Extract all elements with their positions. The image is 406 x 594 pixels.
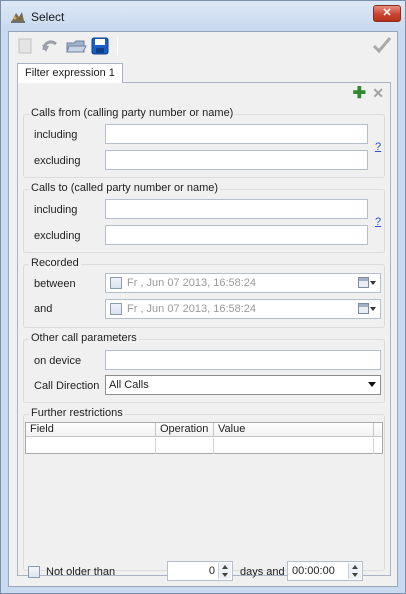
table-cell-field[interactable] [26,438,156,454]
time-value: 00:00:00 [292,565,335,577]
recorded-between-label: between [34,278,76,290]
days-spinner[interactable]: 0 [167,561,233,581]
days-value: 0 [208,565,215,577]
not-older-label: Not older than [46,566,116,578]
undo-icon[interactable] [39,36,61,56]
spin-down-icon[interactable] [352,573,358,577]
recorded-group: Recorded between Fr , Jun 07 2013, 16:58… [23,257,385,328]
calls-to-including-input[interactable] [105,199,368,219]
window-title: Select [31,10,65,24]
toolbar [9,32,397,60]
new-icon[interactable] [15,36,37,56]
and-date-text: Fr , Jun 07 2013, 16:58:24 [127,303,257,315]
spin-up-icon[interactable] [222,565,228,569]
calendar-dropdown-icon[interactable] [358,303,376,315]
recorded-and-datetime[interactable]: Fr , Jun 07 2013, 16:58:24 [105,299,381,319]
select-dialog: Select ✕ Filter expression 1 ✚ ✕ Calls f… [0,0,406,594]
add-icon[interactable]: ✚ [353,86,366,102]
spin-up-icon[interactable] [352,565,358,569]
chevron-down-icon [368,382,376,387]
between-enable-checkbox[interactable] [110,277,122,289]
filter-expression-panel: ✚ ✕ Calls from (calling party number or … [17,82,391,576]
spin-down-icon[interactable] [222,573,228,577]
save-icon[interactable] [89,36,111,56]
calls-from-title: Calls from (calling party number or name… [29,107,236,119]
calls-from-help-link[interactable]: ? [375,141,381,153]
other-params-title: Other call parameters [29,332,139,344]
recorded-between-datetime[interactable]: Fr , Jun 07 2013, 16:58:24 [105,273,381,293]
calls-to-title: Calls to (called party number or name) [29,182,221,194]
and-enable-checkbox[interactable] [110,303,122,315]
restrictions-title: Further restrictions [29,407,125,419]
close-button[interactable]: ✕ [373,5,401,22]
calls-to-help-link[interactable]: ? [375,216,381,228]
device-label: on device [34,355,82,367]
calls-to-excluding-input[interactable] [105,225,368,245]
restrictions-table[interactable]: Field Operation Value [25,422,383,454]
calls-to-excluding-label: excluding [34,230,81,242]
recorded-and-label: and [34,303,53,315]
other-params-group: Other call parameters on device Call Dir… [23,332,385,403]
calls-to-group: Calls to (called party number or name) i… [23,182,385,253]
days-and-label: days and [240,566,285,578]
call-direction-select[interactable]: All Calls [105,375,381,395]
call-direction-label: Call Direction [34,380,100,392]
days-spin-buttons[interactable] [218,563,231,579]
not-older-checkbox[interactable] [28,566,40,578]
tab-filter-expression-1[interactable]: Filter expression 1 [17,63,123,83]
table-cell-value[interactable] [214,438,374,454]
time-spin-buttons[interactable] [348,563,361,579]
calls-to-including-label: including [34,204,78,216]
column-header-value[interactable]: Value [214,423,374,437]
recorded-title: Recorded [29,257,81,269]
time-spinner[interactable]: 00:00:00 [287,561,363,581]
calls-from-excluding-input[interactable] [105,150,368,170]
between-date-text: Fr , Jun 07 2013, 16:58:24 [127,277,257,289]
app-icon [11,12,25,23]
device-input[interactable] [105,350,381,370]
calls-from-including-label: including [34,129,78,141]
calls-from-group: Calls from (calling party number or name… [23,107,385,178]
table-header: Field Operation Value [26,423,382,437]
restrictions-group: Further restrictions Field Operation Val… [23,407,385,571]
ok-check-icon[interactable] [371,35,393,55]
dialog-body: Filter expression 1 ✚ ✕ Calls from (call… [8,31,398,587]
column-header-operation[interactable]: Operation [156,423,214,437]
open-folder-icon[interactable] [65,36,87,56]
calls-from-including-input[interactable] [105,124,368,144]
calls-from-excluding-label: excluding [34,155,81,167]
call-direction-value: All Calls [109,379,149,391]
calendar-dropdown-icon[interactable] [358,277,376,289]
title-bar[interactable]: Select ✕ [1,1,405,31]
column-header-field[interactable]: Field [26,423,156,437]
remove-icon[interactable]: ✕ [372,86,384,100]
table-cell-operation[interactable] [156,438,214,454]
toolbar-separator [117,37,118,55]
